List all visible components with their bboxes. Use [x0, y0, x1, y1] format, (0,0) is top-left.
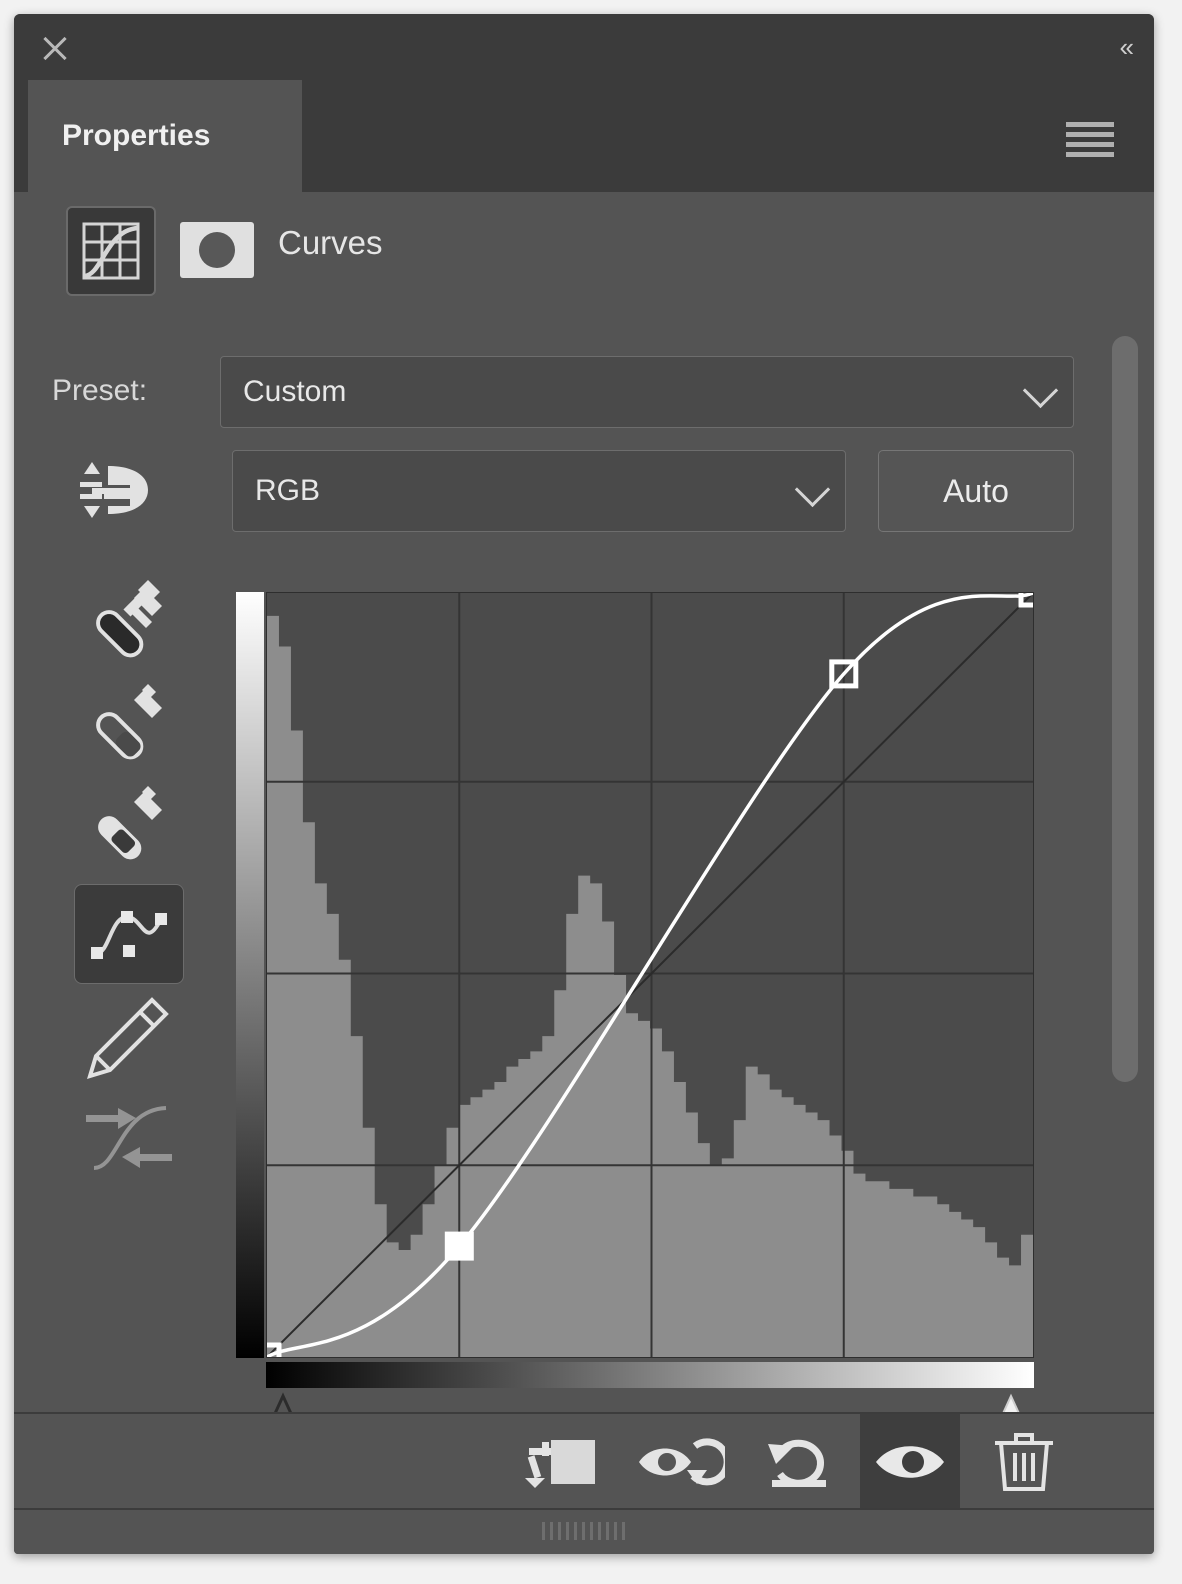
- panel-scrollbar[interactable]: [1112, 336, 1138, 1082]
- panel-body: Preset: Custom RGB Auto: [14, 318, 1154, 1430]
- tab-label: Properties: [62, 119, 211, 152]
- clip-to-layer-button[interactable]: [510, 1414, 610, 1510]
- output-gradient-bar: [236, 592, 264, 1358]
- auto-button-label: Auto: [943, 472, 1009, 509]
- layer-mask-thumbnail[interactable]: [180, 222, 254, 278]
- channel-value: RGB: [255, 474, 321, 507]
- preset-row: Preset: Custom: [52, 356, 1074, 428]
- channel-select[interactable]: RGB: [232, 450, 846, 532]
- collapse-panel-icon[interactable]: «: [1120, 34, 1135, 60]
- adjustment-header: Curves: [14, 192, 1154, 320]
- reset-button[interactable]: [750, 1414, 850, 1510]
- toggle-previous-state-button[interactable]: [630, 1414, 730, 1510]
- adjustment-title: Curves: [278, 224, 383, 261]
- white-point-eyedropper[interactable]: [74, 782, 184, 882]
- chevron-down-icon: [794, 471, 831, 508]
- input-gradient-bar: [266, 1362, 1034, 1388]
- targeted-adjustment-icon[interactable]: [74, 452, 156, 528]
- preset-label: Preset:: [52, 374, 148, 407]
- panel-resize-grip[interactable]: [14, 1508, 1154, 1554]
- black-point-eyedropper[interactable]: [74, 578, 184, 678]
- panel-menu-icon[interactable]: [1066, 122, 1114, 157]
- tab-bar: Properties: [14, 80, 1154, 192]
- close-icon[interactable]: [38, 32, 72, 66]
- curves-graph: [236, 580, 1034, 1430]
- curve-svg: [267, 593, 1033, 1357]
- delete-button[interactable]: [974, 1414, 1074, 1510]
- curve-plot-area[interactable]: [266, 592, 1034, 1358]
- tab-properties[interactable]: Properties: [28, 80, 302, 192]
- dock-strip: «: [14, 14, 1154, 80]
- curve-point-tool[interactable]: [74, 884, 184, 984]
- preset-select[interactable]: Custom: [220, 356, 1074, 428]
- gray-point-eyedropper[interactable]: [74, 680, 184, 780]
- properties-panel: « Properties Curves Preset: Custom RGB A…: [14, 14, 1154, 1554]
- channel-row: RGB Auto: [52, 450, 1074, 532]
- smooth-curve-tool[interactable]: [74, 1088, 184, 1188]
- toggle-visibility-button[interactable]: [860, 1414, 960, 1510]
- curve-tools: [74, 578, 184, 1190]
- curves-adjustment-icon[interactable]: [66, 206, 156, 296]
- panel-footer: [14, 1412, 1154, 1510]
- chevron-down-icon: [1022, 372, 1059, 409]
- preset-value: Custom: [243, 375, 347, 408]
- scrollbar-thumb[interactable]: [1112, 336, 1138, 1082]
- auto-button[interactable]: Auto: [878, 450, 1074, 532]
- pencil-tool[interactable]: [74, 986, 184, 1086]
